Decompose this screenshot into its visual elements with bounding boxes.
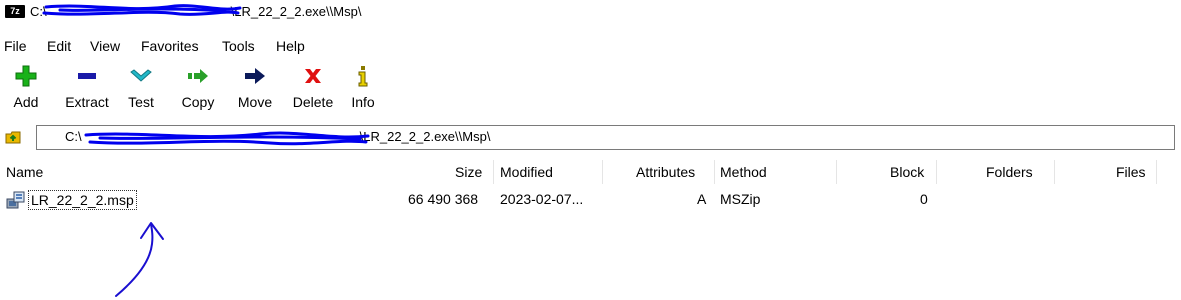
path-redaction [82,131,360,141]
menu-tools[interactable]: Tools [222,38,255,54]
arrow-annotation [115,222,164,297]
cell-size: 66 490 368 [408,191,479,207]
column-divider[interactable] [493,160,494,184]
path-text: C:\ \LR_22_2_2.exe\\Msp\ [65,129,490,144]
column-files[interactable]: Files [1116,164,1146,180]
plus-icon [4,64,48,90]
info-button[interactable]: Info [348,62,378,118]
cell-attributes: A [697,191,707,207]
title-suffix: \LR_22_2_2.exe\\Msp\ [230,4,362,19]
extract-label: Extract [65,94,109,110]
copy-button[interactable]: Copy [176,62,220,118]
menu-bar: File Edit View Favorites Tools Help [0,38,600,58]
path-suffix: \LR_22_2_2.exe\\Msp\ [359,129,491,144]
delete-label: Delete [292,94,334,110]
title-bar: 7z C:\ \LR_22_2_2.exe\\Msp\ [0,0,1181,26]
column-size[interactable]: Size [455,164,482,180]
column-modified[interactable]: Modified [500,164,553,180]
move-arrow-icon [232,64,278,90]
move-label: Move [237,94,273,110]
menu-view[interactable]: View [90,38,120,54]
folder-up-icon[interactable] [4,128,22,146]
delete-x-icon [286,64,340,90]
menu-file[interactable]: File [4,38,27,54]
column-divider[interactable] [1054,160,1055,184]
path-prefix: C:\ [65,129,82,144]
info-icon [348,64,378,90]
path-input[interactable]: C:\ \LR_22_2_2.exe\\Msp\ [36,125,1175,150]
column-divider[interactable] [836,160,837,184]
check-icon [122,64,160,90]
file-name[interactable]: LR_22_2_2.msp [28,190,137,210]
column-attributes[interactable]: Attributes [636,164,695,180]
menu-help[interactable]: Help [276,38,305,54]
column-folders[interactable]: Folders [986,164,1033,180]
column-divider[interactable] [1156,160,1157,184]
window-title: C:\ \LR_22_2_2.exe\\Msp\ [30,4,361,19]
test-label: Test [128,94,154,110]
menu-favorites[interactable]: Favorites [141,38,199,54]
minus-icon [56,64,118,90]
delete-button[interactable]: Delete [286,62,340,118]
column-divider[interactable] [714,160,715,184]
column-divider[interactable] [602,160,603,184]
list-header: Name Size Modified Attributes Method Blo… [0,160,1181,184]
add-button[interactable]: Add [4,62,48,118]
menu-edit[interactable]: Edit [47,38,71,54]
table-row[interactable]: LR_22_2_2.msp 66 490 368 2023-02-07... A… [0,190,1181,212]
copy-label: Copy [181,94,215,110]
cell-modified: 2023-02-07... [500,191,584,207]
column-method[interactable]: Method [720,164,767,180]
test-button[interactable]: Test [122,62,160,118]
app-logo-icon: 7z [5,5,25,18]
title-redaction [47,6,231,16]
column-divider[interactable] [936,160,937,184]
info-label: Info [351,94,375,110]
copy-arrow-icon [176,64,220,90]
extract-button[interactable]: Extract [56,62,118,118]
add-label: Add [13,94,39,110]
cell-method: MSZip [720,191,761,207]
address-bar: C:\ \LR_22_2_2.exe\\Msp\ [0,122,1181,152]
column-name[interactable]: Name [6,164,43,180]
cell-block: 0 [920,191,928,207]
move-button[interactable]: Move [232,62,278,118]
toolbar: Add Extract Test Copy Move Delete Info [0,62,500,118]
column-block[interactable]: Block [890,164,924,180]
installer-package-icon [6,190,26,210]
title-prefix: C:\ [30,4,47,19]
